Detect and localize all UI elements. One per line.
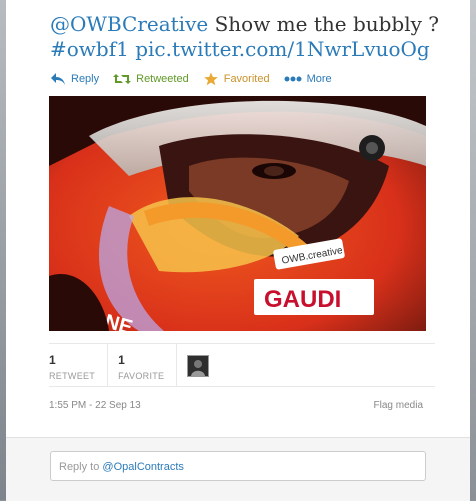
tweet-stats: 1 RETWEET 1 FAVORITE (49, 343, 435, 387)
tweet-photo[interactable]: OWB.creative GAUDI ONE (49, 96, 426, 331)
reply-action[interactable]: Reply (50, 72, 99, 86)
retweet-icon (113, 74, 132, 84)
star-icon (203, 72, 218, 86)
reply-area: Reply to @OpalContracts (6, 437, 470, 501)
favorite-action[interactable]: Favorited (203, 72, 270, 86)
flag-media-link[interactable]: Flag media (374, 400, 423, 411)
reply-mention: @OpalContracts (102, 461, 184, 473)
photo-sponsor-text: GAUDI (264, 286, 341, 313)
reply-icon (51, 73, 65, 85)
more-dots-icon (284, 76, 302, 82)
favorite-stat[interactable]: 1 FAVORITE (118, 344, 178, 386)
more-action[interactable]: More (284, 72, 332, 86)
background-right-edge (470, 0, 476, 500)
tweet-hashtag-link[interactable]: #owbf1 (50, 37, 129, 61)
tweet-actions: Reply Retweeted Favorited More (50, 70, 346, 88)
retweet-action[interactable]: Retweeted (113, 72, 189, 86)
avatar-image (188, 356, 209, 376)
retweet-stat[interactable]: 1 RETWEET (49, 344, 109, 386)
tweet-card: @OWBCreative Show me the bubbly ? #owbf1… (6, 0, 470, 501)
tweet-mention-link[interactable]: @OWBCreative (50, 12, 208, 36)
favoriter-avatar[interactable] (187, 355, 210, 377)
favorite-count: 1 (118, 353, 125, 367)
tweet-pic-link[interactable]: pic.twitter.com/1NwrLvuoOg (135, 37, 430, 61)
tweet-timestamp[interactable]: 1:55 PM - 22 Sep 13 (49, 400, 141, 411)
tweet-text: @OWBCreative Show me the bubbly ? #owbf1… (50, 12, 450, 62)
retweet-count: 1 (49, 353, 56, 367)
reply-input[interactable]: Reply to @OpalContracts (50, 451, 426, 481)
reply-prefix: Reply to (59, 461, 103, 473)
racing-driver-helmet-image: OWB.creative GAUDI ONE (49, 96, 426, 331)
retweet-stat-label: RETWEET (49, 371, 96, 381)
more-label: More (306, 73, 332, 85)
retweeted-label: Retweeted (136, 73, 189, 85)
reply-label: Reply (71, 73, 100, 85)
tweet-body: Show me the bubbly ? (208, 12, 440, 36)
favorited-label: Favorited (223, 73, 270, 85)
favorite-stat-label: FAVORITE (118, 371, 165, 381)
